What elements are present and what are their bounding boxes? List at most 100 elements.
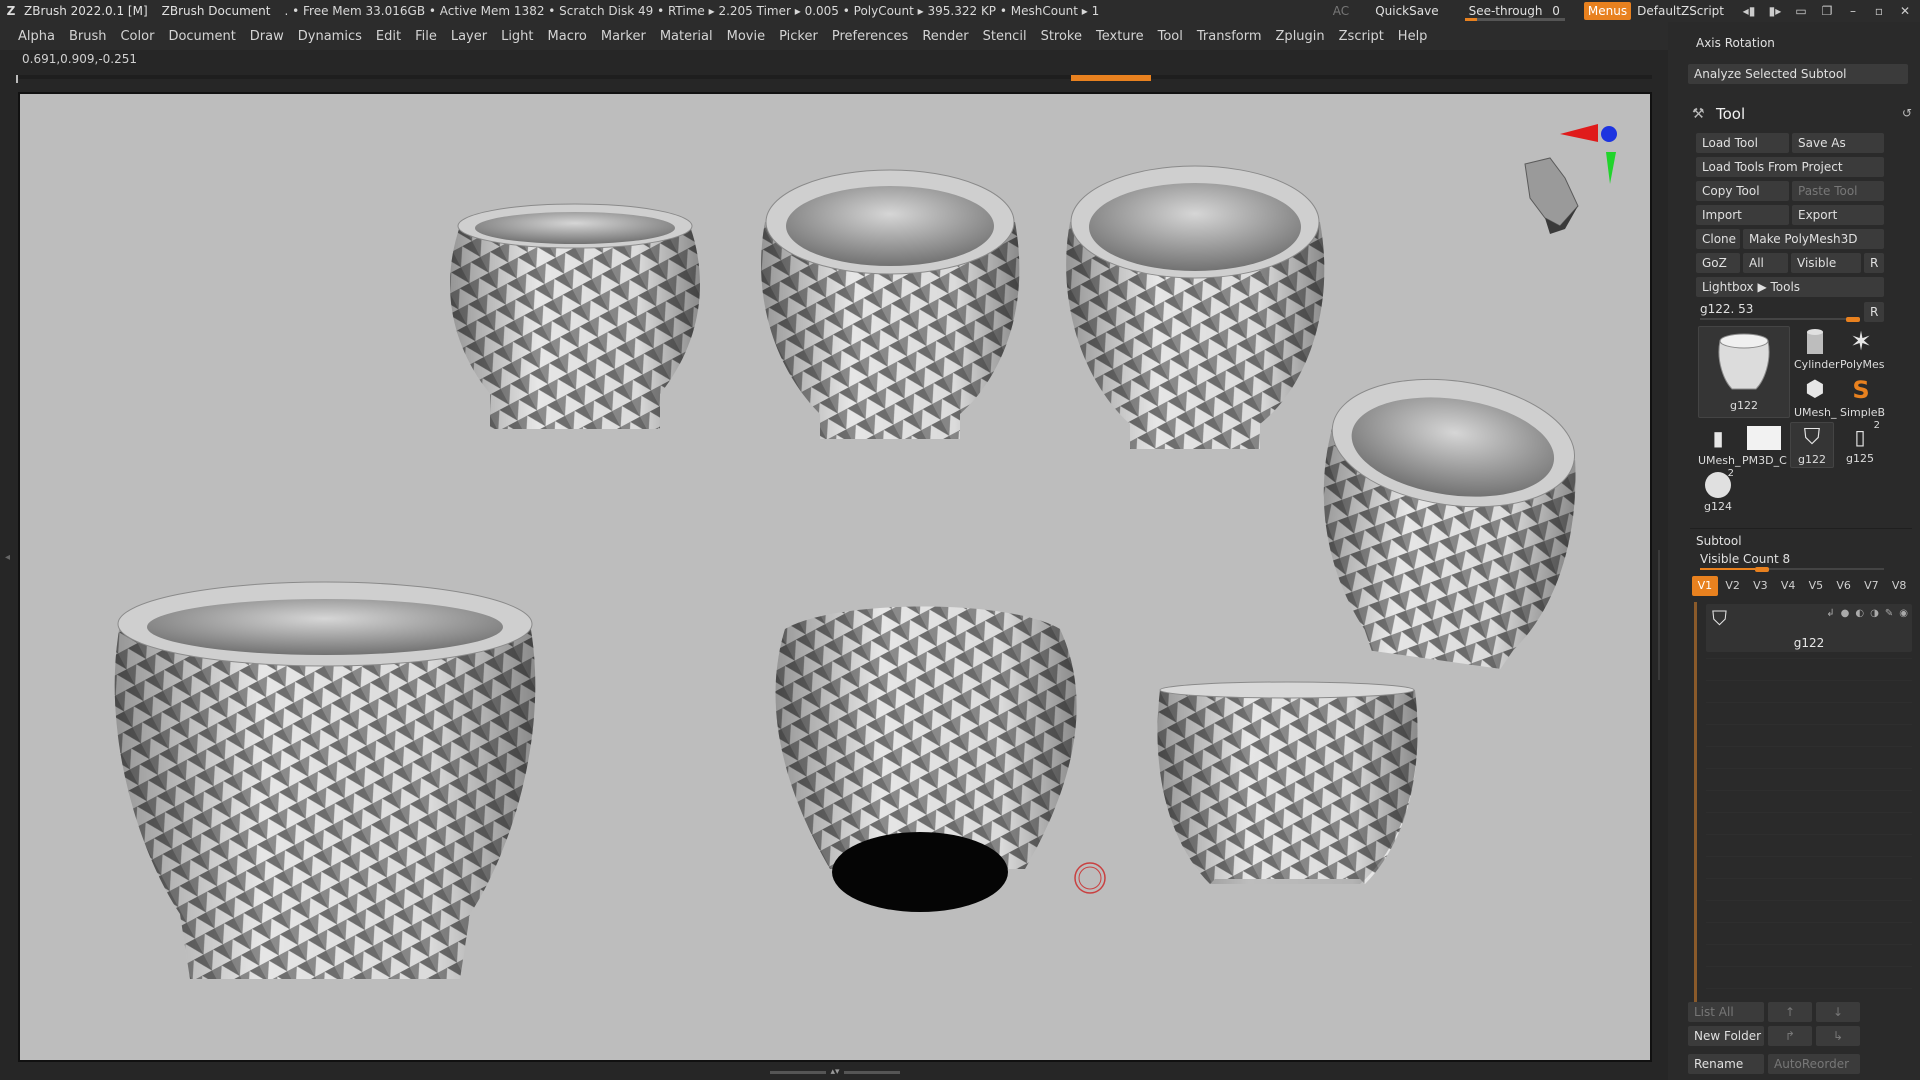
menu-draw[interactable]: Draw: [250, 29, 284, 44]
tool-thumb-g124[interactable]: 2 g124: [1698, 468, 1738, 516]
menu-stroke[interactable]: Stroke: [1041, 29, 1082, 44]
left-tray-grip-icon[interactable]: ◂: [5, 552, 10, 563]
current-tool-slider[interactable]: g122. 53: [1700, 302, 1860, 322]
reset-palette-icon[interactable]: ↺: [1902, 106, 1912, 120]
vase-model[interactable]: [1300, 364, 1589, 675]
eye-icon[interactable]: ◉: [1899, 608, 1908, 619]
menu-tool[interactable]: Tool: [1158, 29, 1183, 44]
menu-preferences[interactable]: Preferences: [832, 29, 908, 44]
folder-arrow-icon[interactable]: ↱: [1768, 1026, 1812, 1046]
tab-v3[interactable]: V3: [1747, 576, 1774, 596]
scene-render[interactable]: [20, 94, 1652, 1062]
left-tray[interactable]: ◂: [0, 92, 16, 1062]
paste-tool-button[interactable]: Paste Tool: [1792, 181, 1884, 201]
load-tools-from-project-button[interactable]: Load Tools From Project: [1696, 157, 1884, 177]
menu-dynamics[interactable]: Dynamics: [298, 29, 362, 44]
tab-v2[interactable]: V2: [1719, 576, 1746, 596]
menu-zplugin[interactable]: Zplugin: [1276, 29, 1325, 44]
see-through-knob[interactable]: [1464, 18, 1477, 21]
list-all-button[interactable]: List All: [1688, 1002, 1764, 1022]
visible-count-slider[interactable]: Visible Count 8: [1700, 552, 1884, 572]
tab-v6[interactable]: V6: [1830, 576, 1857, 596]
subtool-list[interactable]: ⛉ ↲ ● ◐ ◑ ✎ ◉ g122: [1692, 602, 1912, 1002]
tool-thumb-umesh[interactable]: ⬢ UMesh_: [1794, 374, 1837, 420]
minimize-icon[interactable]: –: [1842, 4, 1864, 18]
copy-tool-button[interactable]: Copy Tool: [1696, 181, 1789, 201]
layout-prev-icon[interactable]: ◂▮: [1738, 4, 1760, 18]
tab-v5[interactable]: V5: [1803, 576, 1829, 596]
tab-v1[interactable]: V1: [1692, 576, 1718, 596]
subtool-row-g122[interactable]: ⛉ ↲ ● ◐ ◑ ✎ ◉ g122: [1706, 604, 1912, 652]
subtool-header[interactable]: Subtool: [1696, 534, 1742, 548]
window-layout-icon[interactable]: ▭: [1790, 4, 1812, 18]
menu-texture[interactable]: Texture: [1096, 29, 1144, 44]
timeline-track[interactable]: [16, 75, 1652, 83]
menu-zscript[interactable]: Zscript: [1339, 29, 1384, 44]
menu-brush[interactable]: Brush: [69, 29, 107, 44]
analyze-subtool-button[interactable]: Analyze Selected Subtool: [1688, 64, 1908, 84]
menu-alpha[interactable]: Alpha: [18, 29, 55, 44]
tool-thumb-polymesh[interactable]: ✶ PolyMes: [1840, 326, 1885, 372]
tab-v8[interactable]: V8: [1886, 576, 1912, 596]
lightbox-tools-button[interactable]: Lightbox ▶ Tools: [1696, 277, 1884, 297]
material-icon[interactable]: ◐: [1855, 608, 1864, 619]
menu-color[interactable]: Color: [120, 29, 154, 44]
export-button[interactable]: Export: [1792, 205, 1884, 225]
tool-palette-header[interactable]: ⚒ Tool ↺: [1692, 102, 1912, 126]
tab-v7[interactable]: V7: [1858, 576, 1885, 596]
arrow-icon[interactable]: ↲: [1826, 608, 1834, 619]
menus-toggle[interactable]: Menus: [1583, 2, 1632, 20]
timeline-thumb[interactable]: [1071, 75, 1151, 81]
default-zscript-button[interactable]: DefaultZScript: [1637, 4, 1724, 18]
tab-v4[interactable]: V4: [1775, 576, 1801, 596]
menu-file[interactable]: File: [415, 29, 437, 44]
goz-r-button[interactable]: R: [1864, 253, 1884, 273]
vase-model[interactable]: [114, 581, 536, 979]
ac-button[interactable]: AC: [1333, 4, 1349, 18]
menu-marker[interactable]: Marker: [601, 29, 646, 44]
folder-arrow-2-icon[interactable]: ↳: [1816, 1026, 1860, 1046]
menu-macro[interactable]: Macro: [548, 29, 587, 44]
goz-visible-button[interactable]: Visible: [1791, 253, 1861, 273]
vase-model[interactable]: [450, 203, 700, 429]
menu-light[interactable]: Light: [501, 29, 533, 44]
brush-toggle-icon[interactable]: ✎: [1885, 608, 1893, 619]
menu-edit[interactable]: Edit: [376, 29, 401, 44]
panel-divider[interactable]: [1656, 60, 1668, 1080]
make-polymesh3d-button[interactable]: Make PolyMesh3D: [1743, 229, 1884, 249]
tool-thumb-g122-b[interactable]: ⛉ g122: [1790, 422, 1834, 468]
move-up-icon[interactable]: ↑: [1768, 1002, 1812, 1022]
menu-document[interactable]: Document: [168, 29, 235, 44]
menu-movie[interactable]: Movie: [727, 29, 765, 44]
canvas-viewport[interactable]: [18, 92, 1652, 1062]
vase-model[interactable]: [761, 169, 1020, 439]
orientation-gizmo-icon[interactable]: [1524, 124, 1617, 234]
menu-layer[interactable]: Layer: [451, 29, 487, 44]
expand-arrows-icon[interactable]: ▴▾: [830, 1067, 839, 1077]
goz-all-button[interactable]: All: [1743, 253, 1788, 273]
close-icon[interactable]: ✕: [1894, 4, 1916, 18]
layout-next-icon[interactable]: ▮▸: [1764, 4, 1786, 18]
tool-thumb-simplebrush[interactable]: S SimpleB: [1840, 374, 1885, 420]
save-as-button[interactable]: Save As: [1792, 133, 1884, 153]
goz-button[interactable]: GoZ: [1696, 253, 1740, 273]
dynamics-icon[interactable]: ◑: [1870, 608, 1879, 619]
new-folder-button[interactable]: New Folder: [1688, 1026, 1764, 1046]
menu-picker[interactable]: Picker: [779, 29, 818, 44]
move-down-icon[interactable]: ↓: [1816, 1002, 1860, 1022]
window-restore-icon[interactable]: ❐: [1816, 4, 1838, 18]
tool-r-button[interactable]: R: [1864, 302, 1884, 322]
menu-render[interactable]: Render: [922, 29, 968, 44]
visible-count-knob[interactable]: [1755, 567, 1770, 572]
tool-thumb-g122[interactable]: g122: [1698, 326, 1790, 418]
rename-button[interactable]: Rename: [1688, 1054, 1764, 1074]
tool-thumb-pm3d[interactable]: PM3D_C: [1742, 422, 1787, 468]
autoreorder-button[interactable]: AutoReorder: [1768, 1054, 1860, 1074]
bottom-tray-handle[interactable]: ▴▾: [770, 1067, 901, 1077]
vase-model[interactable]: [1157, 681, 1418, 884]
quicksave-button[interactable]: QuickSave: [1375, 4, 1438, 18]
menu-help[interactable]: Help: [1398, 29, 1428, 44]
divider-grip[interactable]: [1658, 550, 1664, 680]
menu-material[interactable]: Material: [660, 29, 713, 44]
load-tool-button[interactable]: Load Tool: [1696, 133, 1789, 153]
